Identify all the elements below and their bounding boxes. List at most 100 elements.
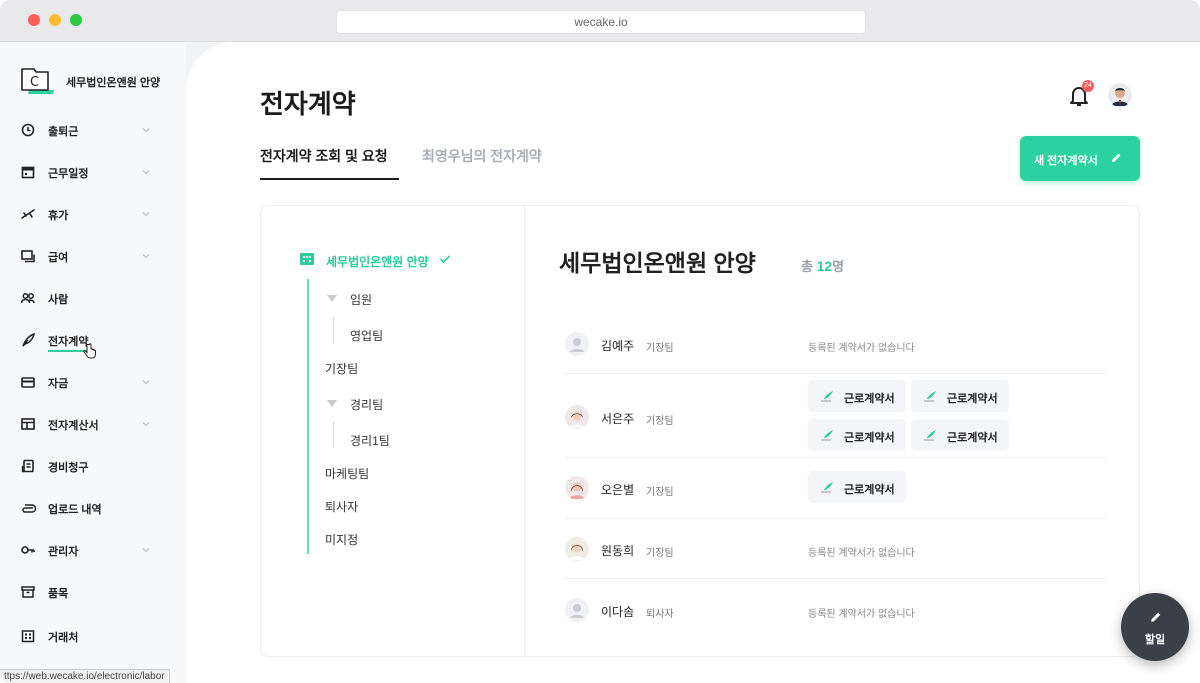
status-bar-link: ttps://web.wecake.io/electronic/labor bbox=[0, 669, 170, 683]
chevron-down-icon bbox=[142, 128, 150, 133]
tree-node-retired[interactable]: 퇴사자 bbox=[325, 498, 358, 515]
building-icon bbox=[21, 630, 35, 643]
no-contract-text: 등록된 계약서가 없습니다 bbox=[808, 548, 915, 559]
tree-node-accounting1[interactable]: 경리1팀 bbox=[350, 432, 390, 449]
org-tree-root[interactable]: 세무법인온앤원 안양 bbox=[299, 250, 499, 269]
todo-fab-label: 할일 bbox=[1144, 634, 1166, 646]
tree-node-bookkeeping[interactable]: 기장팀 bbox=[325, 360, 358, 377]
employee-team: 기장팀 bbox=[646, 343, 674, 354]
pencil-icon bbox=[1151, 612, 1161, 622]
tab-contract-search[interactable]: 전자계약 조회 및 요청 bbox=[260, 146, 388, 166]
tree-node-sales[interactable]: 영업팀 bbox=[350, 327, 383, 344]
contract-chip-label: 근로계약서 bbox=[844, 432, 895, 444]
key-icon bbox=[21, 546, 35, 554]
contract-chip[interactable]: 근로계약서 bbox=[808, 471, 906, 503]
quill-icon bbox=[924, 430, 936, 441]
maximize-window-button[interactable] bbox=[70, 14, 82, 26]
contract-chip-label: 근로계약서 bbox=[844, 393, 895, 405]
org-root-label: 세무법인온앤원 안양 bbox=[326, 255, 429, 269]
calendar-icon bbox=[21, 166, 35, 179]
employee-team: 기장팀 bbox=[646, 416, 674, 427]
employee-team: 기장팀 bbox=[646, 487, 674, 498]
tree-node-unassigned[interactable]: 미지정 bbox=[325, 531, 358, 548]
no-contract-text: 등록된 계약서가 없습니다 bbox=[808, 609, 915, 620]
close-window-button[interactable] bbox=[28, 14, 40, 26]
people-icon bbox=[20, 293, 35, 304]
row-divider bbox=[565, 518, 1105, 519]
avatar-photo-icon bbox=[565, 405, 589, 429]
contract-panel: 세무법인온앤원 안양 임원 영업팀 기장팀 경리팀 경리1팀 마케팅팀 퇴사자 … bbox=[260, 205, 1140, 657]
company-title: 세무법인온앤원 안양 bbox=[559, 250, 756, 276]
sidebar-item-label: 출퇴근 bbox=[48, 126, 79, 138]
employee-name: 이다솜 bbox=[601, 605, 635, 619]
employee-name: 원동희 bbox=[601, 544, 635, 558]
notification-badge: 24 bbox=[1082, 80, 1094, 92]
sidebar-item-people[interactable]: 사람 bbox=[20, 288, 160, 308]
address-bar[interactable]: wecake.io bbox=[336, 10, 866, 34]
tree-node-marketing[interactable]: 마케팅팀 bbox=[325, 465, 369, 482]
sidebar-item-label: 전자계산서 bbox=[48, 420, 99, 432]
sidebar-item-label: 경비청구 bbox=[48, 462, 89, 474]
quill-icon bbox=[924, 391, 936, 402]
employee-name: 오은별 bbox=[601, 483, 635, 497]
chevron-down-icon bbox=[142, 548, 150, 553]
table-row[interactable]: 오은별 기장팀 근로계약서 bbox=[565, 471, 1105, 505]
quill-icon bbox=[821, 391, 833, 402]
receipt-icon bbox=[21, 459, 34, 473]
new-contract-button[interactable]: 새 전자계약서 bbox=[1020, 136, 1140, 181]
contract-chip-label: 근로계약서 bbox=[947, 432, 998, 444]
contract-chip[interactable]: 근로계약서 bbox=[808, 419, 906, 451]
brand-name: 세무법인온앤원 안양 bbox=[66, 77, 161, 89]
contract-chip-label: 근로계약서 bbox=[844, 484, 895, 496]
brand[interactable]: C 세무법인온앤원 안양 bbox=[20, 64, 180, 98]
todo-fab-button[interactable]: 할일 bbox=[1121, 593, 1189, 661]
sidebar-item-items[interactable]: 품목 bbox=[20, 582, 160, 602]
employee-team: 퇴사자 bbox=[646, 609, 674, 620]
sidebar-item-label: 거래처 bbox=[48, 632, 79, 644]
contract-chip[interactable]: 근로계약서 bbox=[911, 419, 1009, 451]
employee-name: 김예주 bbox=[601, 339, 635, 353]
caret-down-icon[interactable] bbox=[327, 400, 337, 408]
contract-chip[interactable]: 근로계약서 bbox=[808, 380, 906, 412]
caret-down-icon[interactable] bbox=[327, 295, 337, 303]
sidebar-item-schedule[interactable]: 근무일정 bbox=[20, 162, 160, 182]
table-row[interactable]: 원동희 기장팀 등록된 계약서가 없습니다 bbox=[565, 536, 1105, 562]
quill-icon bbox=[821, 430, 833, 441]
table-row[interactable]: 서은주 기장팀 근로계약서 근로계약서 근로계약서 근로계약서 bbox=[565, 380, 1105, 454]
sidebar-item-e-invoice[interactable]: 전자계산서 bbox=[20, 414, 160, 434]
sidebar-item-label: 자금 bbox=[48, 378, 69, 390]
svg-text:C: C bbox=[30, 75, 39, 90]
sidebar-item-label: 사람 bbox=[48, 294, 69, 306]
tree-node-executives[interactable]: 임원 bbox=[350, 291, 372, 308]
employee-team: 기장팀 bbox=[646, 548, 674, 559]
sidebar-item-funds[interactable]: 자금 bbox=[20, 372, 160, 392]
sidebar-item-payroll[interactable]: 급여 bbox=[20, 246, 160, 266]
tab-active-underline bbox=[260, 178, 399, 180]
sidebar-item-clients[interactable]: 거래처 bbox=[20, 626, 160, 646]
building-icon bbox=[300, 253, 314, 265]
sidebar-item-label: 업로드 내역 bbox=[48, 504, 102, 516]
default-avatar-icon bbox=[565, 598, 589, 622]
pencil-icon bbox=[1112, 153, 1121, 162]
tab-my-contracts[interactable]: 최영우님의 전자계약 bbox=[422, 146, 542, 166]
sidebar-item-expense[interactable]: 경비청구 bbox=[20, 456, 160, 476]
table-row[interactable]: 이다솜 퇴사자 등록된 계약서가 없습니다 bbox=[565, 597, 1105, 623]
sidebar-item-attendance[interactable]: 출퇴근 bbox=[20, 120, 160, 140]
sidebar-item-vacation[interactable]: 휴가 bbox=[20, 204, 160, 224]
tree-node-accounting[interactable]: 경리팀 bbox=[350, 396, 383, 413]
user-avatar[interactable] bbox=[1108, 83, 1132, 107]
table-row[interactable]: 김예주 기장팀 등록된 계약서가 없습니다 bbox=[565, 331, 1105, 357]
minimize-window-button[interactable] bbox=[49, 14, 61, 26]
feather-icon bbox=[22, 332, 35, 347]
paperclip-icon bbox=[22, 504, 36, 513]
new-contract-button-label: 새 전자계약서 bbox=[1034, 155, 1098, 167]
no-contract-text: 등록된 계약서가 없습니다 bbox=[808, 343, 915, 354]
sidebar-item-admin[interactable]: 관리자 bbox=[20, 540, 160, 560]
contract-chip[interactable]: 근로계약서 bbox=[911, 380, 1009, 412]
panel-divider bbox=[524, 206, 525, 656]
avatar-photo-icon bbox=[565, 476, 589, 500]
sidebar-item-upload-history[interactable]: 업로드 내역 bbox=[20, 498, 160, 518]
main-content: 전자계약 24 전자계약 조회 및 요청 최영우님의 전자계약 새 전자계약서 … bbox=[186, 42, 1200, 683]
sidebar: C 세무법인온앤원 안양 출퇴근 근무일정 휴가 급여 사람 전자계약 자금 전… bbox=[0, 42, 186, 683]
archive-icon bbox=[21, 586, 35, 598]
